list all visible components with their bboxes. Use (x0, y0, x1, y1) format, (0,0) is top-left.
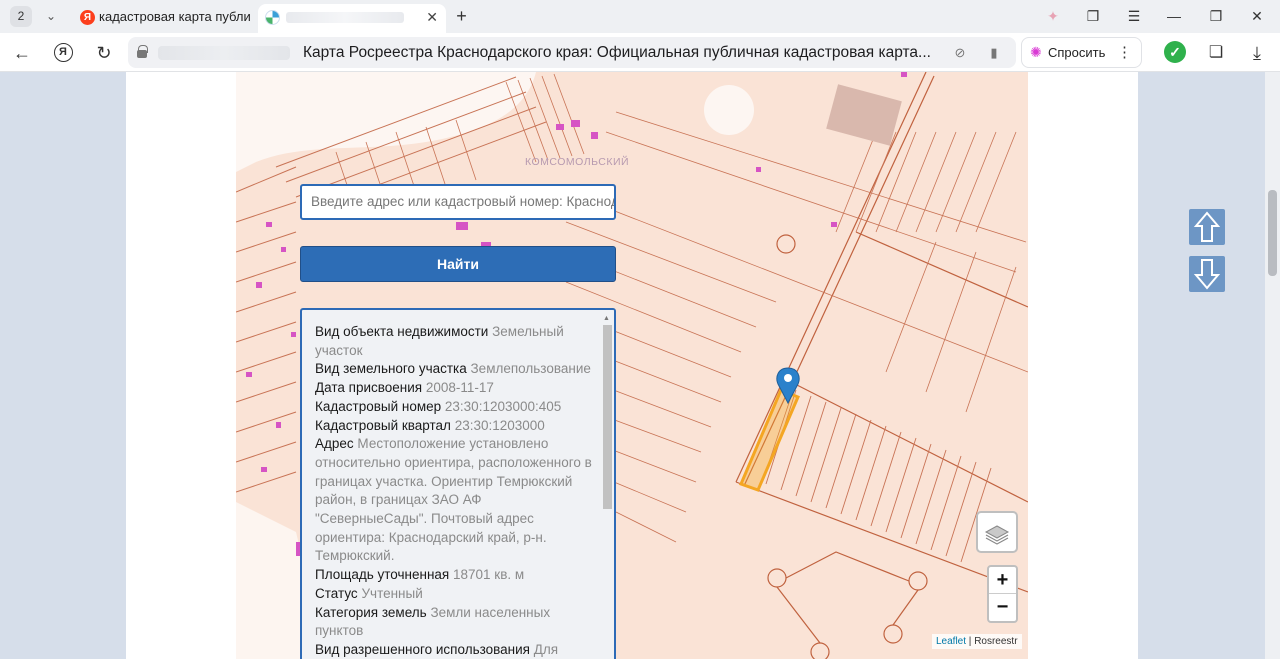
info-row: Статус Учтенный (315, 585, 595, 604)
info-label: Вид разрешенного использования (315, 641, 530, 657)
site-favicon-icon (265, 10, 280, 25)
page-viewport: КОМСОМОЛЬСКИЙ Введите адрес или кадастро… (0, 72, 1280, 659)
zoom-control: + − (987, 565, 1018, 623)
info-label: Вид земельного участка (315, 361, 467, 377)
restore-icon[interactable]: ❐ (1203, 6, 1229, 27)
page-scroll-thumb[interactable] (1268, 190, 1277, 276)
layers-button[interactable] (976, 511, 1018, 553)
info-row: Площадь уточненная 18701 кв. м (315, 566, 595, 585)
parcel-info-list: Вид объекта недвижимости Земельный участ… (315, 323, 595, 659)
scroll-up-button[interactable] (1189, 209, 1225, 245)
tab-kadastr-search[interactable]: Я кадастровая карта публи (73, 4, 253, 33)
tab-label-redacted (286, 12, 404, 23)
info-value: Землепользование (470, 361, 591, 377)
tab-label: кадастровая карта публи (99, 9, 251, 24)
panel-scrollbar[interactable]: ▲ (600, 310, 614, 659)
tab-count-badge[interactable]: 2 (10, 6, 32, 27)
info-value: 2008-11-17 (425, 380, 494, 396)
window-close-icon[interactable]: ✕ (1244, 6, 1270, 27)
district-label: КОМСОМОЛЬСКИЙ (525, 156, 630, 168)
info-label: Адрес (315, 436, 354, 452)
url-redacted (158, 46, 290, 60)
tab-bar: 2 ⌄ Я кадастровая карта публи ✕ + ✦ ❐ ☰ … (0, 0, 1280, 33)
ask-button[interactable]: ✺ Спросить ⋮ (1021, 37, 1142, 68)
info-value: Для (533, 641, 559, 657)
info-row: Вид земельного участка Землепользование (315, 360, 595, 379)
download-icon[interactable]: ⤓ (1244, 40, 1270, 66)
info-label: Кадастровый квартал (315, 417, 451, 433)
sparkle-icon: ✺ (1030, 44, 1042, 60)
arrow-down-icon (1193, 259, 1221, 290)
info-value: 23:30:1203000:405 (444, 398, 562, 414)
minimize-icon[interactable]: — (1161, 6, 1187, 27)
arrow-up-icon (1193, 211, 1221, 242)
info-row: Адрес Местоположение установлено относит… (315, 435, 595, 566)
bookmark-icon[interactable]: ▮ (984, 43, 1004, 63)
info-row: Кадастровый номер 23:30:1203000:405 (315, 398, 595, 417)
ask-label: Спросить (1048, 45, 1106, 60)
info-label: Кадастровый номер (315, 398, 442, 414)
scroll-down-button[interactable] (1189, 256, 1225, 292)
zoom-out-button[interactable]: − (989, 594, 1016, 621)
back-icon[interactable]: ← (9, 40, 35, 66)
close-icon[interactable]: ✕ (426, 4, 438, 30)
info-value: 18701 кв. м (453, 567, 525, 583)
menu-icon[interactable]: ☰ (1121, 6, 1147, 27)
alice-icon[interactable]: ✦ (1040, 6, 1066, 27)
info-row: Дата присвоения 2008-11-17 (315, 379, 595, 398)
info-label: Вид объекта недвижимости (315, 324, 489, 339)
page-scrollbar[interactable] (1265, 72, 1280, 659)
info-row: Вид объекта недвижимости Земельный участ… (315, 323, 595, 360)
info-value: 23:30:1203000 (454, 417, 545, 433)
attribution-separator: | (966, 636, 975, 647)
yandex-icon: Я (80, 10, 95, 25)
info-label: Категория земель (315, 604, 427, 620)
parcel-info-panel[interactable]: Вид объекта недвижимости Земельный участ… (300, 308, 616, 659)
address-bar[interactable]: Карта Росреестра Краснодарского края: Оф… (128, 37, 1016, 68)
scroll-up-icon[interactable]: ▲ (603, 315, 610, 322)
tab-active-map[interactable]: ✕ (258, 4, 446, 33)
zoom-in-button[interactable]: + (989, 567, 1016, 594)
leaflet-link[interactable]: Leaflet (936, 636, 966, 647)
info-row: Кадастровый квартал 23:30:1203000 (315, 417, 595, 436)
info-row: Вид разрешенного использования Для (315, 641, 595, 659)
yandex-home-icon[interactable]: Я (50, 40, 76, 66)
panel-scroll-thumb[interactable] (603, 325, 612, 509)
new-tab-button[interactable]: + (451, 6, 472, 27)
chevron-down-icon[interactable]: ⌄ (39, 6, 63, 27)
info-value: Учтенный (361, 585, 423, 601)
reload-icon[interactable]: ↻ (91, 40, 117, 66)
lock-icon (137, 45, 148, 58)
attribution-source: Rosreestr (974, 636, 1018, 647)
layers-icon (984, 525, 1010, 545)
more-icon[interactable]: ⋮ (1117, 38, 1132, 67)
no-tracking-icon[interactable]: ⊘ (950, 43, 970, 63)
bookmarks-icon[interactable]: ❐ (1080, 6, 1106, 27)
info-label: Дата присвоения (315, 380, 423, 396)
browser-toolbar: ← Я ↻ Карта Росреестра Краснодарского кр… (0, 33, 1280, 72)
info-label: Статус (315, 585, 358, 601)
info-value: Местоположение установлено относительно … (315, 436, 592, 564)
map-attribution: Leaflet | Rosreestr (932, 634, 1022, 649)
info-row: Категория земель Земли населенных пункто… (315, 604, 595, 641)
collections-icon[interactable]: ❏ (1203, 40, 1229, 66)
search-input[interactable]: Введите адрес или кадастровый номер: Кра… (300, 184, 616, 220)
page-title: Карта Росреестра Краснодарского края: Оф… (303, 44, 931, 61)
find-button[interactable]: Найти (300, 246, 616, 282)
protect-ok-icon[interactable]: ✓ (1164, 41, 1186, 63)
info-label: Площадь уточненная (315, 567, 450, 583)
